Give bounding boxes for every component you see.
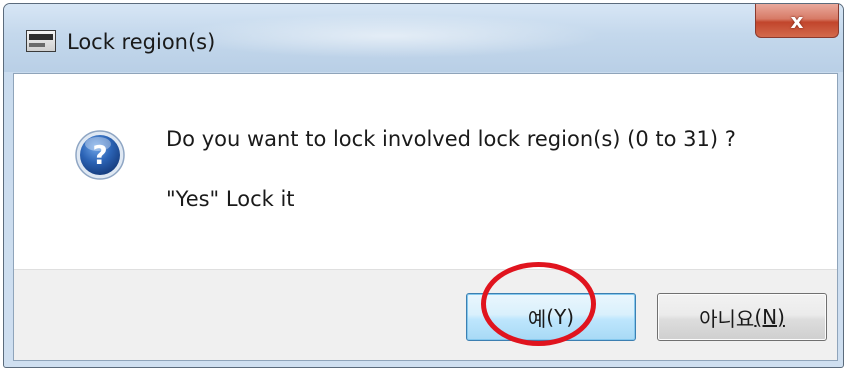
no-button[interactable]: 아니요 (N) — [657, 293, 827, 341]
yes-button-accelerator: (Y) — [546, 305, 575, 329]
yes-button-label: 예 — [527, 306, 547, 331]
title-bar[interactable]: Lock region(s) x — [4, 4, 843, 72]
question-icon: ? — [75, 130, 125, 180]
window-title: Lock region(s) — [67, 30, 216, 54]
app-icon-bar-secondary — [29, 43, 45, 47]
no-button-label: 아니요 — [699, 306, 755, 331]
close-icon: x — [790, 8, 804, 33]
dialog-message: Do you want to lock involved lock region… — [166, 127, 736, 151]
title-glow — [174, 14, 604, 58]
message-area: ? Do you want to lock involved lock regi… — [14, 74, 837, 269]
svg-text:?: ? — [92, 141, 107, 171]
yes-button[interactable]: 예 (Y) — [466, 293, 636, 341]
dialog-window: Lock region(s) x ? Do you want to lock i… — [3, 3, 844, 368]
app-icon — [26, 30, 56, 52]
no-button-accelerator: (N) — [754, 305, 785, 329]
button-bar: 예 (Y) 아니요 (N) — [14, 269, 837, 360]
close-button[interactable]: x — [755, 4, 839, 38]
dialog-client-area: ? Do you want to lock involved lock regi… — [13, 73, 838, 361]
app-icon-bar — [29, 34, 53, 40]
dialog-detail: "Yes" Lock it — [166, 187, 295, 211]
